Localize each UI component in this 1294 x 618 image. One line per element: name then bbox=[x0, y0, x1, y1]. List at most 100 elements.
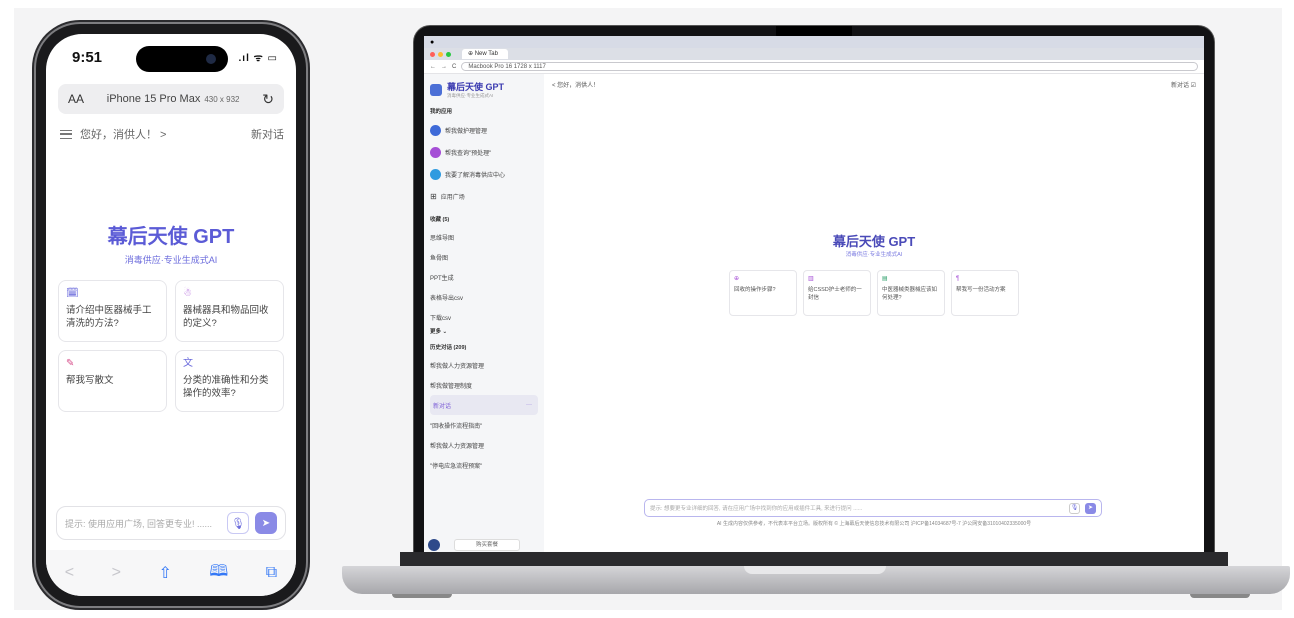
suggestion-icon: ▤ bbox=[882, 276, 888, 282]
suggestion-icon: ¶ bbox=[956, 276, 960, 282]
sidebar-app-item[interactable]: 我要了解消毒供应中心 bbox=[430, 163, 538, 185]
favorites-header: 收藏 (5) bbox=[430, 217, 450, 223]
greeting-text[interactable]: 您好，消供人！ > bbox=[80, 126, 166, 142]
suggestion-card[interactable]: ¶ 帮我写一份活动方案 bbox=[951, 270, 1019, 316]
translate-icon: 文 bbox=[183, 358, 193, 369]
history-item[interactable]: 帮我做人力资源管理 bbox=[430, 355, 538, 375]
send-icon[interactable]: ➤ bbox=[1085, 502, 1096, 514]
grid-icon: ⊞ bbox=[430, 191, 437, 201]
laptop-hinge bbox=[400, 552, 1228, 566]
app-subtitle: 消毒供应·专业生成式AI bbox=[845, 252, 903, 258]
favorite-item[interactable]: 思维导图 bbox=[430, 227, 538, 247]
app-title: 幕后天使 GPT bbox=[832, 234, 916, 249]
new-chat-button[interactable]: 新对话 ☑ bbox=[1171, 80, 1196, 89]
suggestion-cards: 🗓 请介绍中医器械手工清洗的方法? ☃ 器械器具和物品回收的定义? ✎ 帮我写散文 文… bbox=[58, 280, 284, 412]
history-label: 新对话 bbox=[433, 403, 452, 410]
apple-icon[interactable]: ● bbox=[430, 39, 434, 46]
sidebar-app-item[interactable]: ⊞ 应用广场 bbox=[430, 185, 538, 207]
back-icon[interactable]: ← bbox=[430, 64, 436, 70]
suggestion-card[interactable]: ▤ 中医器械类器械应该如何处理? bbox=[877, 270, 945, 316]
suggestion-icon: ⊕ bbox=[734, 276, 740, 282]
maximize-window-icon[interactable] bbox=[446, 51, 451, 57]
minimize-window-icon[interactable] bbox=[438, 51, 443, 57]
text-size-button[interactable]: AA bbox=[68, 92, 84, 106]
status-time: 9:51 bbox=[72, 48, 103, 66]
new-chat-button[interactable]: 新对话 bbox=[251, 126, 284, 142]
suggestion-card[interactable]: 🗓 请介绍中医器械手工清洗的方法? bbox=[58, 280, 167, 342]
reload-icon[interactable]: C bbox=[452, 64, 456, 70]
suggestion-text: 分类的准确性和分类操作的效率? bbox=[183, 375, 269, 399]
mac-menubar: ● bbox=[424, 36, 1204, 48]
stage: 9:51 .ıl ᯤ ▭ AA iPhone 15 Pro Max 430 x 9… bbox=[0, 0, 1294, 618]
suggestion-card[interactable]: 文分类的准确性和分类操作的效率? bbox=[175, 350, 284, 412]
reload-icon[interactable]: ↻ bbox=[262, 91, 274, 108]
history-header: 历史对话 (209) bbox=[430, 345, 467, 351]
phone-frame: 9:51 .ıl ᯤ ▭ AA iPhone 15 Pro Max 430 x 9… bbox=[36, 24, 306, 606]
forward-icon[interactable]: → bbox=[441, 64, 447, 70]
footer-disclaimer: AI 生成内容仅供参考，不代表本平台立场。版权所有 © 上海幕后天使信息技术有限… bbox=[716, 521, 1032, 527]
device-label: iPhone 15 Pro Max 430 x 932 bbox=[106, 93, 240, 105]
address-bar: ← → C Macbook Pro 16 1728 x 1117 bbox=[424, 60, 1204, 74]
more-options-icon[interactable]: ··· bbox=[526, 402, 532, 408]
favorite-item[interactable]: 下载csv bbox=[430, 307, 538, 327]
suggestion-cards: ⊕ 回收的操作步骤? ▥ 给CSSD护士老师的一封信 ▤ 中医器械类器械应该如何处理?… bbox=[729, 270, 1019, 316]
avatar[interactable] bbox=[428, 539, 440, 551]
history-item[interactable]: 帮我做管理制度 bbox=[430, 375, 538, 395]
mic-icon[interactable]: 🎙 bbox=[1069, 502, 1080, 514]
favorite-item[interactable]: 表格导出csv bbox=[430, 287, 538, 307]
more-toggle[interactable]: 更多 ⌄ bbox=[430, 327, 538, 335]
logo-title: 幕后天使 GPT bbox=[447, 82, 505, 92]
laptop-lid: ● ⊕ New Tab ← → C Macbook Pro 16 1728 x … bbox=[414, 26, 1214, 566]
history-item[interactable]: "回收操作流程指南" bbox=[430, 415, 538, 435]
laptop-foot bbox=[392, 594, 452, 598]
history-item-active[interactable]: 新对话 ··· bbox=[430, 395, 538, 415]
suggestion-card[interactable]: ☃ 器械器具和物品回收的定义? bbox=[175, 280, 284, 342]
sidebar-app-item[interactable]: 帮我做护理管理 bbox=[430, 119, 538, 141]
app-label: 我要了解消毒供应中心 bbox=[445, 172, 506, 179]
people-icon: ☃ bbox=[183, 288, 192, 299]
close-window-icon[interactable] bbox=[430, 51, 435, 57]
main-panel: < 您好，消供人！ 新对话 ☑ 幕后天使 GPT 消毒供应·专业生成式AI ⊕ 回… bbox=[544, 74, 1204, 554]
url-field[interactable]: Macbook Pro 16 1728 x 1117 bbox=[461, 62, 1198, 71]
history-item[interactable]: 帮我做人力资源管理 bbox=[430, 435, 538, 455]
status-icons: .ıl ᯤ ▭ bbox=[238, 53, 278, 64]
laptop-screen: ● ⊕ New Tab ← → C Macbook Pro 16 1728 x … bbox=[424, 36, 1204, 554]
greeting-text[interactable]: < 您好，消供人！ bbox=[552, 80, 599, 89]
forward-icon[interactable]: > bbox=[112, 564, 121, 582]
suggestion-text: 器械器具和物品回收的定义? bbox=[183, 305, 269, 329]
app-title: 幕后天使 GPT bbox=[107, 226, 235, 248]
suggestion-text: 中医器械类器械应该如何处理? bbox=[882, 287, 938, 301]
tabs-icon[interactable]: ⧉ bbox=[266, 564, 277, 582]
suggestion-icon: ▥ bbox=[808, 276, 814, 282]
chat-input[interactable]: 提示: 想要更专业详细的回答, 请在应用广场中找到你的应用或插件工具, 来进行提… bbox=[644, 499, 1102, 517]
phone-chat-input[interactable]: 提示: 使用应用广场, 回答更专业! ...... 🎙 ➤ bbox=[56, 506, 286, 540]
sidebar-app-item[interactable]: 帮我查询"预处理" bbox=[430, 141, 538, 163]
logo-subtitle: 消毒供应·专业生成式AI bbox=[447, 93, 494, 98]
buy-plan-button[interactable]: 购买套餐 bbox=[454, 539, 520, 551]
suggestion-card[interactable]: ▥ 给CSSD护士老师的一封信 bbox=[803, 270, 871, 316]
back-icon[interactable]: < bbox=[65, 564, 74, 582]
phone-screen: 9:51 .ıl ᯤ ▭ AA iPhone 15 Pro Max 430 x 9… bbox=[46, 34, 296, 596]
phone-url-bar[interactable]: AA iPhone 15 Pro Max 430 x 932 ↻ bbox=[58, 84, 284, 114]
web-app: 幕后天使 GPT 消毒供应·专业生成式AI 我的应用 帮我做护理管理 帮我查询"预… bbox=[424, 74, 1204, 554]
app-label: 帮我查询"预处理" bbox=[445, 150, 492, 157]
browser-tab[interactable]: ⊕ New Tab bbox=[462, 49, 508, 59]
suggestion-card[interactable]: ✎ 帮我写散文 bbox=[58, 350, 167, 412]
favorite-item[interactable]: 鱼骨图 bbox=[430, 247, 538, 267]
suggestion-text: 帮我写散文 bbox=[66, 375, 114, 386]
suggestion-text: 帮我写一份活动方案 bbox=[956, 287, 1006, 293]
favorite-item[interactable]: PPT生成 bbox=[430, 267, 538, 287]
suggestion-card[interactable]: ⊕ 回收的操作步骤? bbox=[729, 270, 797, 316]
input-placeholder: 提示: 使用应用广场, 回答更专业! ...... bbox=[65, 518, 213, 529]
menu-icon[interactable] bbox=[60, 129, 72, 139]
bookmarks-icon[interactable]: 🕮 bbox=[209, 560, 228, 587]
app-label: 应用广场 bbox=[440, 194, 465, 201]
mic-icon[interactable]: 🎙 bbox=[227, 512, 249, 534]
history-item[interactable]: "停电应急流程预案" bbox=[430, 455, 538, 475]
input-placeholder: 提示: 想要更专业详细的回答, 请在应用广场中找到你的应用或插件工具, 来进行提… bbox=[650, 506, 863, 512]
logo[interactable]: 幕后天使 GPT 消毒供应·专业生成式AI bbox=[430, 80, 538, 99]
send-icon[interactable]: ➤ bbox=[255, 512, 277, 534]
app-icon bbox=[430, 124, 441, 136]
my-apps-header: 我的应用 bbox=[430, 109, 453, 115]
share-icon[interactable]: ⇧ bbox=[158, 563, 171, 583]
